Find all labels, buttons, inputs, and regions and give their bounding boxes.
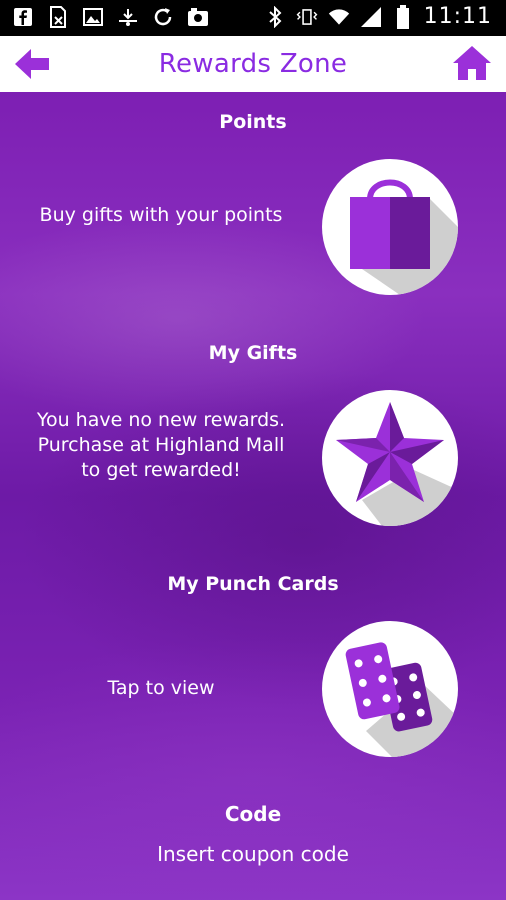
- app-bar: Rewards Zone: [0, 36, 506, 92]
- code-heading: Code: [224, 802, 282, 826]
- clock: 11:11: [423, 4, 492, 29]
- shopping-bag-icon: [350, 179, 458, 295]
- sync-icon: [152, 6, 174, 28]
- status-bar: 11:11: [0, 0, 506, 36]
- my-gifts-section[interactable]: My Gifts You have no new rewards. Purcha…: [0, 338, 506, 548]
- notification-icons: [12, 6, 209, 28]
- wifi-icon: [328, 6, 350, 28]
- download-icon: [117, 6, 139, 28]
- home-button[interactable]: [452, 44, 492, 82]
- sim-blocked-icon: [47, 6, 69, 28]
- my-gifts-icon-circle: [322, 390, 458, 526]
- bluetooth-icon: [264, 5, 286, 28]
- vibrate-icon: [296, 6, 318, 28]
- page-title: Rewards Zone: [158, 49, 348, 79]
- points-section[interactable]: Points Buy gifts with your points: [0, 107, 506, 312]
- punch-cards-section[interactable]: My Punch Cards Tap to view: [0, 569, 506, 779]
- points-icon-circle: [322, 159, 458, 295]
- my-gifts-description: You have no new rewards. Purchase at Hig…: [36, 409, 286, 481]
- star-icon: [336, 402, 458, 526]
- insert-coupon-code-link[interactable]: Insert coupon code: [0, 842, 506, 866]
- signal-icon: [360, 6, 382, 28]
- punch-cards-description: Tap to view: [107, 677, 215, 699]
- my-gifts-heading: My Gifts: [208, 342, 298, 364]
- camera-icon: [187, 6, 209, 28]
- punch-cards-heading: My Punch Cards: [167, 573, 339, 595]
- image-icon: [82, 6, 104, 28]
- battery-icon: [392, 4, 414, 29]
- system-icons: 11:11: [264, 4, 492, 29]
- points-heading: Points: [219, 111, 287, 133]
- punch-cards-icon-circle: [322, 621, 458, 757]
- punch-cards-icon: [345, 642, 458, 757]
- facebook-icon: [12, 6, 34, 28]
- home-icon: [453, 46, 491, 80]
- points-description: Buy gifts with your points: [39, 204, 283, 226]
- rewards-content: Points Buy gifts with your points My Gif…: [0, 92, 506, 900]
